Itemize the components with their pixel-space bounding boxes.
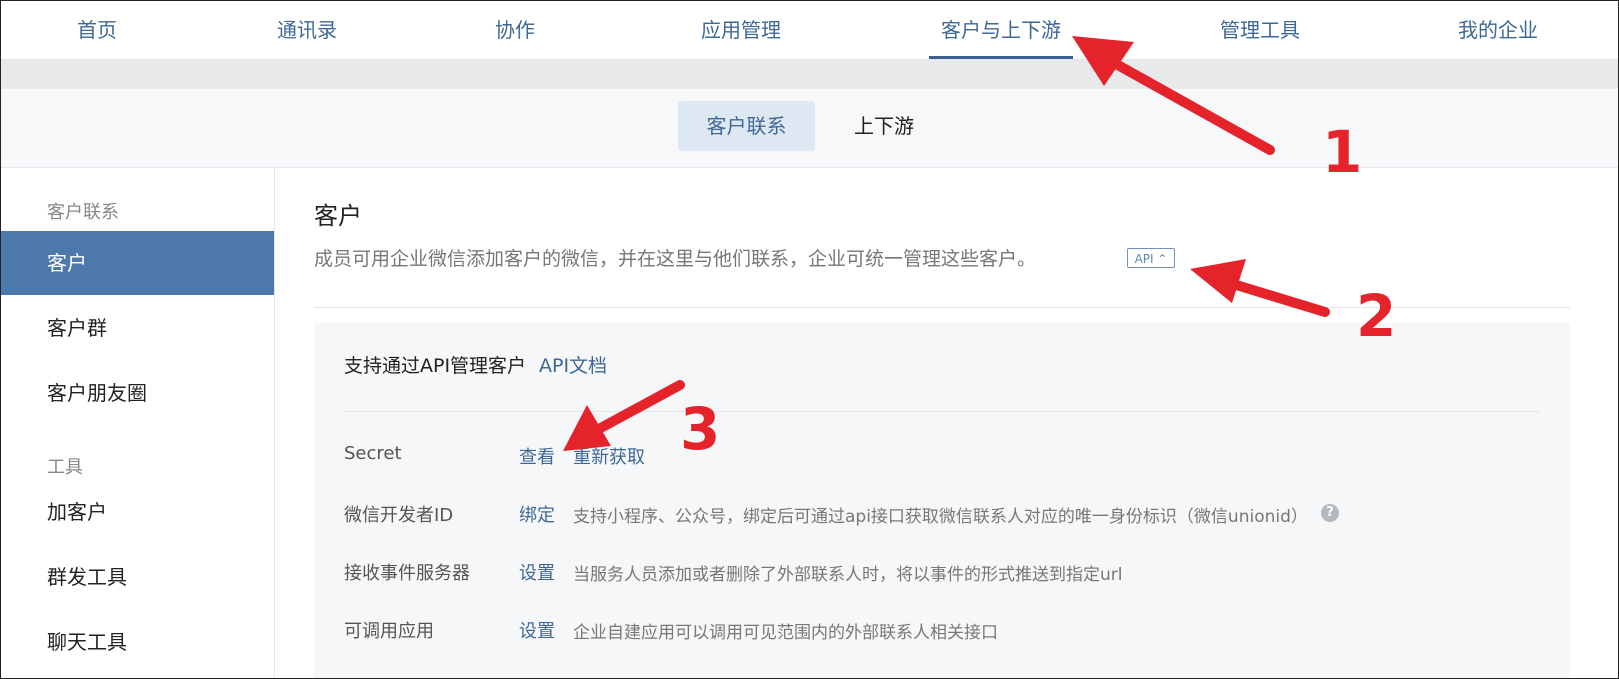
sidebar-group-label: 工具 bbox=[47, 457, 83, 478]
callable-apps-desc: 企业自建应用可以调用可见范围内的外部联系人相关接口 bbox=[573, 623, 998, 643]
callable-apps-setting-link[interactable]: 设置 bbox=[519, 617, 555, 643]
divider bbox=[344, 411, 1540, 412]
api-panel: 支持通过API管理客户 API文档 Secret 查看 重新获取 微信开发者ID… bbox=[314, 323, 1570, 678]
nav-item-customers-upstream[interactable]: 客户与上下游 bbox=[929, 1, 1073, 59]
sidebar-item-customer-groups[interactable]: 客户群 bbox=[1, 296, 274, 360]
nav-item-app-management[interactable]: 应用管理 bbox=[681, 1, 801, 59]
event-server-setting-link[interactable]: 设置 bbox=[519, 559, 555, 585]
wechat-developer-id-label: 微信开发者ID bbox=[344, 505, 454, 526]
sidebar: 客户联系 客户 客户群 客户朋友圈 工具 加客户 群发工具 聊天工具 bbox=[1, 168, 275, 678]
annotation-number-1: 1 bbox=[1322, 118, 1363, 186]
active-tab-indicator bbox=[929, 56, 1073, 59]
top-navigation: 首页 通讯录 协作 应用管理 客户与上下游 管理工具 我的企业 bbox=[1, 1, 1618, 60]
sidebar-item-chat-tools[interactable]: 聊天工具 bbox=[1, 610, 274, 674]
sub-tab-bar: 客户联系 上下游 bbox=[1, 89, 1618, 168]
callable-apps-label: 可调用应用 bbox=[344, 621, 434, 642]
annotation-number-3: 3 bbox=[680, 395, 721, 463]
nav-item-label: 客户与上下游 bbox=[941, 18, 1061, 42]
nav-item-contacts[interactable]: 通讯录 bbox=[257, 1, 357, 59]
view-secret-link[interactable]: 查看 bbox=[519, 443, 555, 469]
api-panel-title: 支持通过API管理客户 bbox=[344, 355, 527, 377]
sidebar-item-mass-send[interactable]: 群发工具 bbox=[1, 545, 274, 609]
api-badge[interactable]: API ⌃ bbox=[1127, 248, 1175, 268]
annotation-number-2: 2 bbox=[1356, 282, 1397, 350]
question-circle-icon[interactable]: ? bbox=[1321, 504, 1339, 522]
bind-link[interactable]: 绑定 bbox=[519, 501, 555, 527]
sidebar-item-add-customer[interactable]: 加客户 bbox=[1, 480, 274, 544]
nav-item-home[interactable]: 首页 bbox=[57, 1, 137, 59]
sidebar-item-customer-moments[interactable]: 客户朋友圈 bbox=[1, 361, 274, 425]
nav-item-management-tools[interactable]: 管理工具 bbox=[1200, 1, 1320, 59]
nav-item-collaboration[interactable]: 协作 bbox=[475, 1, 555, 59]
tab-customer-contact[interactable]: 客户联系 bbox=[678, 101, 815, 151]
wechat-developer-id-desc: 支持小程序、公众号，绑定后可通过api接口获取微信联系人对应的唯一身份标识（微信… bbox=[573, 507, 1308, 527]
api-doc-link[interactable]: API文档 bbox=[539, 351, 607, 378]
sidebar-group-label: 客户联系 bbox=[47, 202, 119, 223]
separator-bar bbox=[1, 60, 1618, 89]
main-content: 客户 成员可用企业微信添加客户的微信，并在这里与他们联系，企业可统一管理这些客户… bbox=[275, 168, 1618, 678]
event-server-label: 接收事件服务器 bbox=[344, 563, 470, 584]
sidebar-item-customers[interactable]: 客户 bbox=[1, 231, 274, 295]
refetch-secret-link[interactable]: 重新获取 bbox=[573, 443, 645, 469]
event-server-desc: 当服务人员添加或者删除了外部联系人时，将以事件的形式推送到指定url bbox=[573, 565, 1123, 585]
nav-item-my-enterprise[interactable]: 我的企业 bbox=[1438, 1, 1558, 59]
tab-upstream-downstream[interactable]: 上下游 bbox=[834, 101, 934, 151]
secret-label: Secret bbox=[344, 443, 402, 464]
page-description: 成员可用企业微信添加客户的微信，并在这里与他们联系，企业可统一管理这些客户。 bbox=[314, 248, 1037, 270]
page-title: 客户 bbox=[314, 202, 362, 230]
